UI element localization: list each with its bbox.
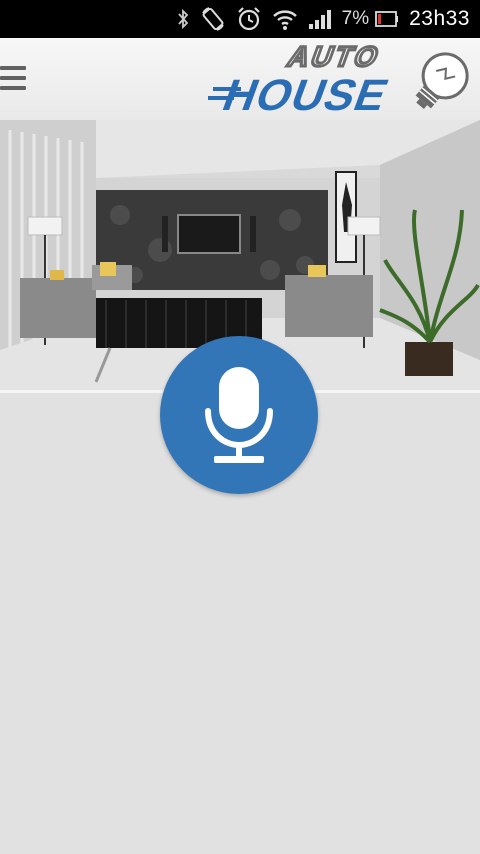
screen-rotate-icon — [200, 6, 226, 32]
battery-low-icon — [375, 10, 399, 28]
light-bulb-icon — [415, 52, 469, 109]
app-header: AUTO HOUSE — [0, 38, 480, 121]
auto-house-logo: AUTO HOUSE — [208, 38, 480, 120]
wifi-icon — [272, 7, 298, 31]
alarm-icon — [236, 6, 262, 32]
logo-line2: HOUSE — [216, 70, 395, 119]
microphone-icon — [205, 367, 273, 463]
cell-signal-icon — [308, 8, 332, 30]
battery-percent: 7% — [341, 8, 370, 29]
voice-command-button[interactable] — [160, 336, 318, 494]
hamburger-menu-icon[interactable] — [0, 66, 26, 94]
clock-time: 23h33 — [409, 7, 470, 30]
logo-line1: AUTO — [283, 42, 385, 73]
bluetooth-icon — [176, 9, 190, 29]
status-bar: 7% 23h33 — [0, 0, 480, 38]
